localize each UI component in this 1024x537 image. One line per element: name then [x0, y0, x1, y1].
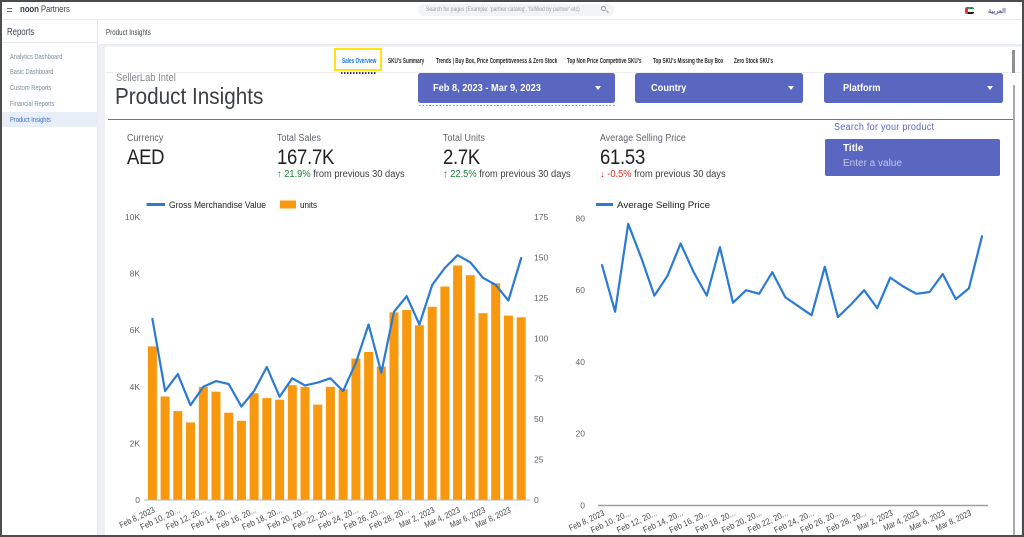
svg-text:50: 50	[534, 414, 544, 424]
svg-text:80: 80	[576, 213, 586, 223]
svg-text:25: 25	[534, 455, 544, 465]
svg-text:0: 0	[135, 495, 140, 505]
svg-text:8K: 8K	[130, 269, 141, 279]
svg-text:20: 20	[576, 429, 586, 439]
svg-text:units: units	[300, 200, 317, 211]
svg-text:10K: 10K	[125, 212, 140, 222]
svg-text:4K: 4K	[130, 382, 141, 392]
svg-text:6K: 6K	[130, 325, 141, 335]
svg-text:2K: 2K	[130, 438, 141, 448]
svg-text:75: 75	[534, 374, 544, 384]
svg-text:0: 0	[534, 495, 539, 505]
svg-text:175: 175	[534, 212, 548, 222]
svg-text:100: 100	[534, 333, 548, 343]
svg-text:150: 150	[534, 252, 548, 262]
svg-text:Average Selling Price: Average Selling Price	[617, 200, 710, 211]
svg-text:Gross Merchandise Value: Gross Merchandise Value	[169, 200, 266, 211]
svg-text:60: 60	[576, 285, 586, 295]
svg-text:40: 40	[576, 357, 586, 367]
svg-text:125: 125	[534, 293, 548, 303]
svg-text:0: 0	[580, 501, 585, 511]
